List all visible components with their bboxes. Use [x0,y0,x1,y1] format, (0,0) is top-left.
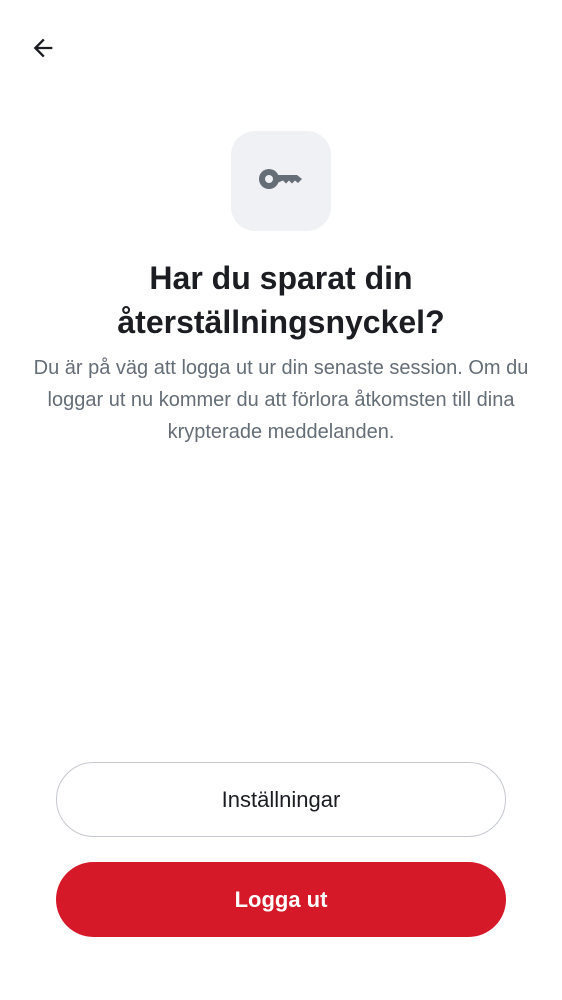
description-text: Du är på väg att logga ut ur din senaste… [33,357,529,443]
settings-button[interactable]: Inställningar [56,762,506,837]
logout-button[interactable]: Logga ut [56,862,506,937]
logout-button-label: Logga ut [234,886,328,912]
arrow-left-icon [29,34,57,67]
back-button[interactable] [20,27,66,73]
page-title: Har du sparat din återställningsnyckel? [117,260,445,340]
key-icon-tile [231,131,331,231]
key-icon [257,155,305,208]
settings-button-label: Inställningar [221,786,341,812]
